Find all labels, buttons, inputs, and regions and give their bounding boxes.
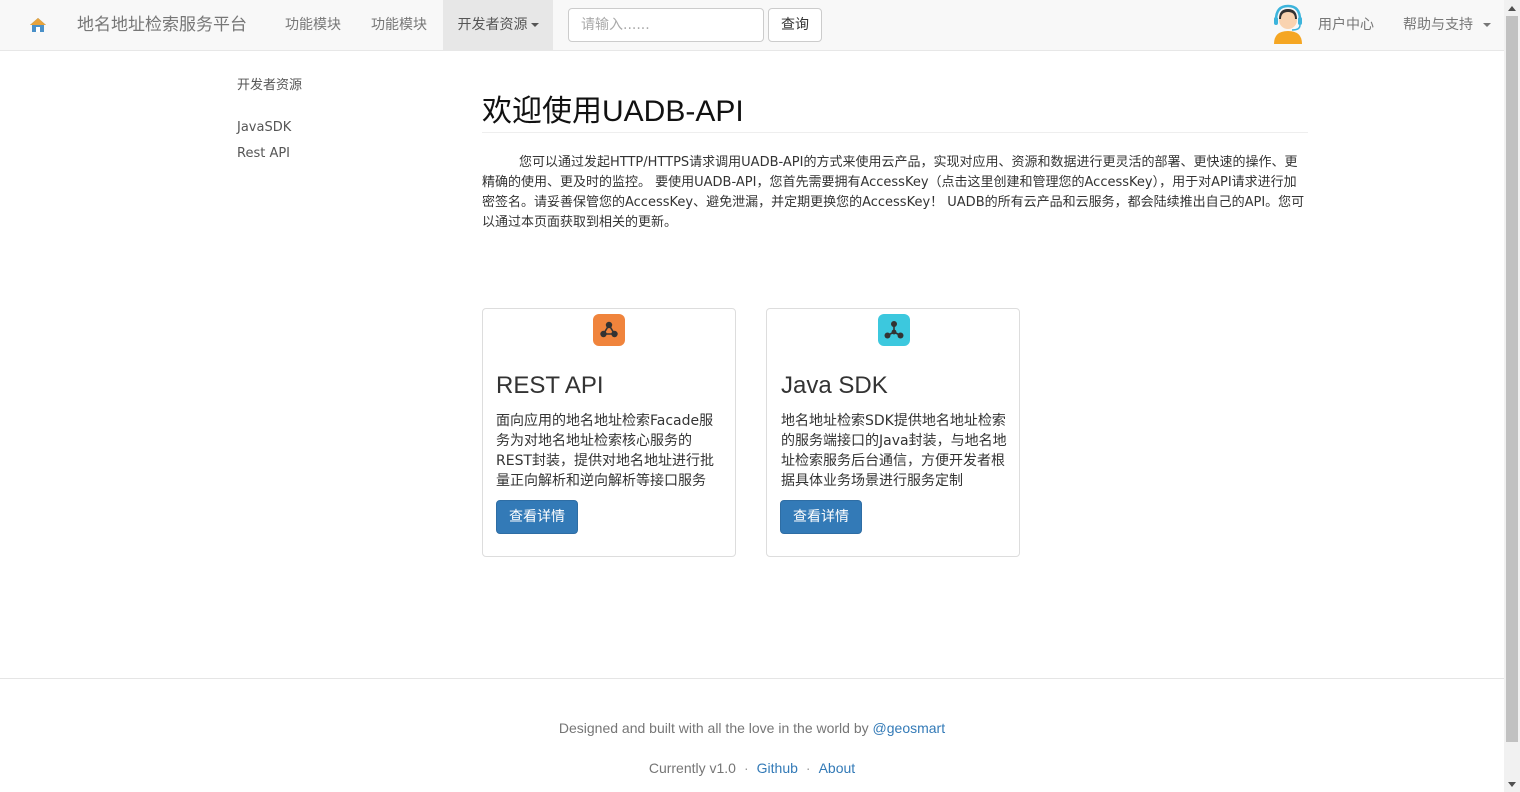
scrollbar-thumb[interactable] bbox=[1506, 16, 1518, 742]
user-support-avatar-icon[interactable] bbox=[1270, 4, 1306, 44]
footer-divider bbox=[0, 678, 1504, 679]
nav-link-modules-1[interactable]: 功能模块 bbox=[285, 0, 341, 50]
sidebar-item-javasdk[interactable]: JavaSDK bbox=[237, 120, 291, 135]
chevron-down-icon bbox=[1483, 23, 1492, 27]
user-center-link[interactable]: 用户中心 bbox=[1318, 0, 1374, 50]
card-title: Java SDK bbox=[781, 372, 888, 399]
brand-title[interactable]: 地名地址检索服务平台 bbox=[77, 0, 247, 50]
query-button[interactable]: 查询 bbox=[768, 8, 822, 42]
help-support-dropdown[interactable]: 帮助与支持 bbox=[1403, 0, 1492, 50]
view-details-button[interactable]: 查看详情 bbox=[496, 500, 578, 534]
card-title: REST API bbox=[496, 372, 604, 399]
card-description: 地名地址检索SDK提供地名地址检索的服务端接口的Java封装，与地名地址检索服务… bbox=[781, 413, 1007, 489]
search-input[interactable] bbox=[568, 8, 764, 42]
card-java-sdk: Java SDK 地名地址检索SDK提供地名地址检索的服务端接口的Java封装，… bbox=[766, 308, 1020, 557]
footer-credit: Designed and built with all the love in … bbox=[0, 720, 1504, 736]
intro-paragraph: 您可以通过发起HTTP/HTTPS请求调用UADB-API的方式来使用云产品，实… bbox=[482, 155, 1305, 230]
footer-separator: · bbox=[743, 760, 749, 776]
card-description: 面向应用的地名地址检索Facade服务为对地名地址检索核心服务的REST封装，提… bbox=[496, 413, 715, 489]
footer-credit-text: Designed and built with all the love in … bbox=[558, 720, 873, 736]
top-navbar: 地名地址检索服务平台 功能模块 功能模块 开发者资源 查询 用户中心 帮助与支持 bbox=[0, 0, 1504, 51]
nav-dropdown-dev-resources[interactable]: 开发者资源 bbox=[443, 0, 553, 50]
card-rest-api: REST API 面向应用的地名地址检索Facade服务为对地名地址检索核心服务… bbox=[482, 308, 736, 557]
footer-version: Currently v1.0 bbox=[648, 760, 736, 776]
home-icon[interactable] bbox=[24, 13, 52, 37]
footer-separator: · bbox=[805, 760, 811, 776]
footer-author-link[interactable]: @geosmart bbox=[873, 720, 946, 736]
network-nodes-icon bbox=[878, 314, 910, 346]
nav-link-modules-2[interactable]: 功能模块 bbox=[371, 0, 427, 50]
footer-links: Currently v1.0 · Github · About bbox=[0, 760, 1504, 776]
vertical-scrollbar[interactable] bbox=[1504, 0, 1520, 792]
page-title: 欢迎使用UADB-API bbox=[482, 95, 744, 128]
sidebar-title: 开发者资源 bbox=[237, 78, 303, 93]
scroll-down-arrow-icon[interactable] bbox=[1504, 776, 1520, 792]
help-label: 帮助与支持 bbox=[1403, 17, 1473, 33]
title-divider bbox=[482, 132, 1308, 133]
footer-about-link[interactable]: About bbox=[819, 760, 856, 776]
sidebar-item-rest-api[interactable]: Rest API bbox=[237, 146, 290, 161]
view-details-button[interactable]: 查看详情 bbox=[780, 500, 862, 534]
footer-github-link[interactable]: Github bbox=[757, 760, 798, 776]
share-nodes-icon bbox=[593, 314, 625, 346]
scroll-up-arrow-icon[interactable] bbox=[1504, 0, 1520, 16]
nav-dev-label: 开发者资源 bbox=[457, 17, 528, 33]
chevron-down-icon bbox=[530, 23, 539, 27]
